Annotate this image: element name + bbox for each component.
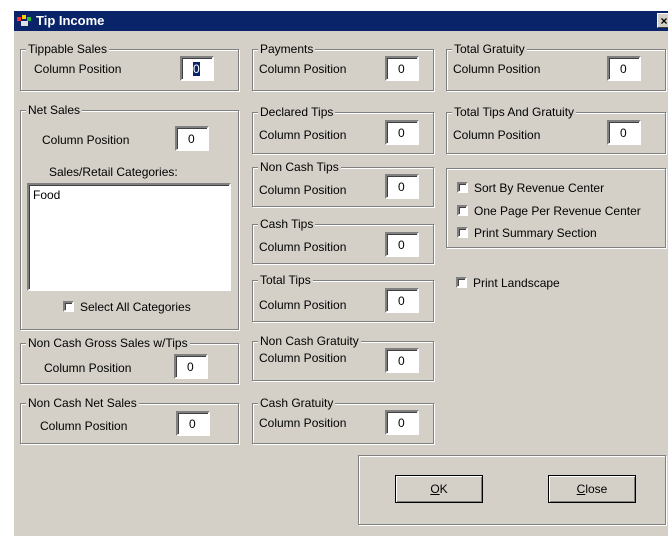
non-cash-gross-column-input[interactable]: 0 bbox=[174, 354, 208, 379]
column-position-label: Column Position bbox=[40, 419, 128, 433]
payments-column-input[interactable]: 0 bbox=[385, 56, 419, 81]
column-position-label: Column Position bbox=[259, 240, 347, 254]
button-panel: OK Close bbox=[358, 455, 666, 525]
non-cash-net-column-input[interactable]: 0 bbox=[176, 411, 210, 436]
group-legend: Cash Tips bbox=[258, 217, 316, 231]
non-cash-tips-column-input[interactable]: 0 bbox=[385, 174, 419, 199]
close-label-rest: lose bbox=[585, 482, 608, 496]
checkbox-box[interactable] bbox=[63, 301, 74, 312]
group-legend: Total Gratuity bbox=[452, 42, 527, 56]
group-legend: Declared Tips bbox=[258, 105, 336, 119]
window-title: Tip Income bbox=[36, 13, 105, 28]
column-position-label: Column Position bbox=[453, 128, 541, 142]
group-non-cash-gratuity: Non Cash Gratuity Column Position 0 bbox=[252, 334, 434, 381]
group-legend: Non Cash Gratuity bbox=[258, 334, 361, 348]
group-declared-tips: Declared Tips Column Position 0 bbox=[252, 105, 434, 154]
group-legend: Total Tips And Gratuity bbox=[452, 105, 577, 119]
print-summary-section-checkbox[interactable]: Print Summary Section bbox=[457, 226, 597, 240]
close-window-button[interactable]: × bbox=[657, 13, 668, 28]
declared-tips-column-input[interactable]: 0 bbox=[385, 120, 419, 145]
non-cash-gratuity-column-input[interactable]: 0 bbox=[385, 348, 419, 373]
group-cash-tips: Cash Tips Column Position 0 bbox=[252, 217, 434, 264]
one-page-per-revenue-center-checkbox[interactable]: One Page Per Revenue Center bbox=[457, 204, 641, 218]
tippable-sales-column-input[interactable]: 0 bbox=[180, 56, 214, 81]
cash-tips-column-input[interactable]: 0 bbox=[385, 232, 419, 257]
group-tippable-sales: Tippable Sales Column Position 0 bbox=[20, 42, 239, 91]
total-tips-column-input[interactable]: 0 bbox=[385, 288, 419, 313]
group-payments: Payments Column Position 0 bbox=[252, 42, 434, 91]
group-legend: Cash Gratuity bbox=[258, 396, 336, 410]
group-cash-gratuity: Cash Gratuity Column Position 0 bbox=[252, 396, 434, 444]
app-icon bbox=[17, 15, 31, 26]
ok-mnemonic: O bbox=[430, 482, 440, 496]
group-legend: Net Sales bbox=[26, 103, 83, 117]
column-position-label: Column Position bbox=[259, 128, 347, 142]
group-legend: Tippable Sales bbox=[26, 42, 109, 56]
column-position-label: Column Position bbox=[259, 416, 347, 430]
checkbox-box[interactable] bbox=[457, 182, 468, 193]
column-position-label: Column Position bbox=[42, 133, 130, 147]
group-legend: Total Tips bbox=[258, 273, 313, 287]
net-sales-column-input[interactable]: 0 bbox=[175, 126, 209, 151]
group-total-gratuity: Total Gratuity Column Position 0 bbox=[446, 42, 666, 91]
close-button[interactable]: Close bbox=[548, 475, 636, 503]
group-legend: Non Cash Tips bbox=[258, 160, 341, 174]
group-non-cash-tips: Non Cash Tips Column Position 0 bbox=[252, 160, 434, 207]
ok-button[interactable]: OK bbox=[395, 475, 483, 503]
column-position-label: Column Position bbox=[259, 298, 347, 312]
group-total-tips-and-gratuity: Total Tips And Gratuity Column Position … bbox=[446, 105, 666, 154]
print-landscape-checkbox[interactable]: Print Landscape bbox=[456, 276, 560, 290]
sales-categories-listbox[interactable]: Food bbox=[27, 183, 231, 291]
tip-income-dialog: Tip Income × Tippable Sales Column Posit… bbox=[13, 10, 668, 536]
cash-gratuity-column-input[interactable]: 0 bbox=[385, 410, 419, 435]
checkbox-label: Sort By Revenue Center bbox=[474, 181, 605, 195]
checkbox-label: Print Landscape bbox=[473, 276, 560, 290]
sales-retail-categories-label: Sales/Retail Categories: bbox=[49, 165, 178, 179]
list-item[interactable]: Food bbox=[33, 188, 225, 202]
total-gratuity-column-input[interactable]: 0 bbox=[607, 56, 641, 81]
column-position-label: Column Position bbox=[259, 62, 347, 76]
column-position-label: Column Position bbox=[44, 361, 132, 375]
column-position-label: Column Position bbox=[453, 62, 541, 76]
select-all-categories-checkbox[interactable]: Select All Categories bbox=[63, 300, 191, 314]
checkbox-box[interactable] bbox=[456, 277, 467, 288]
checkbox-label: One Page Per Revenue Center bbox=[474, 204, 641, 218]
column-position-label: Column Position bbox=[34, 62, 122, 76]
total-tips-gratuity-column-input[interactable]: 0 bbox=[607, 120, 641, 145]
column-position-label: Column Position bbox=[259, 351, 347, 365]
group-net-sales: Net Sales Column Position 0 Sales/Retail… bbox=[20, 103, 239, 330]
group-non-cash-gross-sales: Non Cash Gross Sales w/Tips Column Posit… bbox=[20, 336, 239, 384]
group-legend: Non Cash Gross Sales w/Tips bbox=[26, 336, 190, 350]
group-legend: Non Cash Net Sales bbox=[26, 396, 139, 410]
ok-label-rest: K bbox=[439, 482, 448, 496]
checkbox-box[interactable] bbox=[457, 227, 468, 238]
close-icon: × bbox=[660, 14, 668, 28]
checkbox-box[interactable] bbox=[457, 205, 468, 216]
title-bar[interactable]: Tip Income × bbox=[14, 11, 668, 31]
group-legend: Payments bbox=[258, 42, 316, 56]
checkbox-label: Select All Categories bbox=[80, 300, 191, 314]
group-total-tips: Total Tips Column Position 0 bbox=[252, 273, 434, 322]
group-non-cash-net-sales: Non Cash Net Sales Column Position 0 bbox=[20, 396, 239, 444]
sort-by-revenue-center-checkbox[interactable]: Sort By Revenue Center bbox=[457, 181, 604, 195]
group-revenue-center-options: Sort By Revenue Center One Page Per Reve… bbox=[446, 168, 666, 248]
checkbox-label: Print Summary Section bbox=[474, 226, 597, 240]
column-position-label: Column Position bbox=[259, 183, 347, 197]
